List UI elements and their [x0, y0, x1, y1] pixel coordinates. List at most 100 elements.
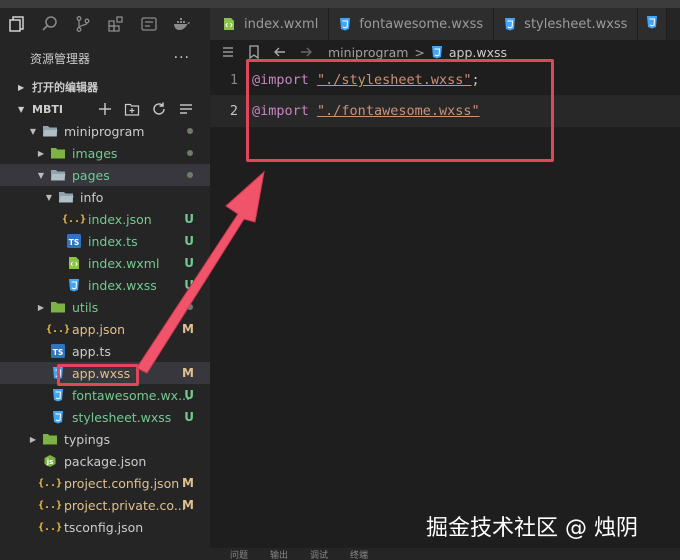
folder-open-icon [58, 189, 74, 205]
tree-item-label: fontawesome.wx... [72, 387, 190, 403]
chevron-down-icon: ▼ [45, 192, 53, 202]
css-icon [339, 17, 351, 31]
tree-file[interactable]: {..} app.json M [0, 318, 210, 340]
git-change-dot [187, 172, 193, 178]
extensions-icon[interactable] [100, 8, 132, 40]
tree-file[interactable]: fontawesome.wx... U [0, 384, 210, 406]
folder-open-icon [42, 123, 58, 139]
explorer-sidebar: ▶ 打开的编辑器 ▼ MBTI ▼ miniprogram ▶ images ▼ page… [0, 76, 210, 560]
panel-tab[interactable]: 终端 [350, 548, 368, 560]
json-file-icon: {..} [37, 499, 63, 511]
tree-item-label: stylesheet.wxss [72, 409, 172, 425]
tree-item-label: package.json [64, 453, 147, 469]
package-icon: js [42, 453, 58, 469]
file-tree: ▼ miniprogram ▶ images ▼ pages ▼ info {..} index.… [0, 120, 210, 538]
watermark-text: 掘金技术社区 @ 烛阴 [426, 516, 638, 541]
tree-folder[interactable]: ▶ typings [0, 428, 210, 450]
search-icon[interactable] [34, 8, 66, 40]
tree-item-label: index.ts [88, 233, 138, 249]
collapse-all-icon[interactable] [178, 101, 194, 120]
tree-file[interactable]: {..} project.config.json M [0, 472, 210, 494]
tree-file[interactable]: js package.json [0, 450, 210, 472]
tree-folder[interactable]: ▼ pages [0, 164, 210, 186]
tree-file[interactable]: stylesheet.wxss U [0, 406, 210, 428]
git-status-badge: M [182, 366, 194, 380]
source-control-icon[interactable] [67, 8, 99, 40]
explorer-more-button[interactable]: ··· [174, 50, 190, 66]
tree-item-label: info [80, 189, 104, 205]
line-number: 1 [229, 72, 238, 88]
editor-tab-partial[interactable] [638, 8, 668, 40]
project-section[interactable]: ▼ MBTI [0, 98, 210, 120]
folder-open-icon [50, 167, 66, 183]
tree-item-label: typings [64, 431, 111, 447]
tree-folder[interactable]: ▼ info [0, 186, 210, 208]
svg-text:TS: TS [69, 238, 80, 247]
forward-arrow-icon[interactable] [298, 44, 314, 60]
activity-bar [0, 8, 210, 40]
docker-icon[interactable] [166, 8, 198, 40]
folder-icon [50, 145, 66, 161]
chevron-right-icon: ▶ [37, 302, 45, 312]
git-status-badge: U [184, 234, 194, 248]
tree-file[interactable]: TS index.ts U [0, 230, 210, 252]
chevron-down-icon: ▼ [18, 104, 25, 114]
breadcrumb-file[interactable]: app.wxss [449, 45, 507, 60]
open-editors-label: 打开的编辑器 [32, 81, 98, 94]
tab-label: fontawesome.wxss [359, 16, 484, 32]
editor-tab[interactable]: index.wxml [210, 8, 330, 40]
new-folder-icon[interactable] [124, 101, 140, 120]
panel-tab[interactable]: 调试 [310, 548, 328, 560]
tree-item-label: index.json [88, 211, 152, 227]
git-change-dot [187, 128, 193, 134]
tree-folder[interactable]: ▶ images [0, 142, 210, 164]
window-top-strip [0, 0, 680, 8]
explorer-icon[interactable] [1, 8, 33, 40]
tree-item-label: index.wxml [88, 255, 160, 271]
tree-folder[interactable]: ▶ utils [0, 296, 210, 318]
project-label: MBTI [32, 102, 63, 116]
git-status-badge: M [182, 322, 194, 336]
explorer-header: 资源管理器 ··· [0, 40, 210, 76]
tree-file[interactable]: index.wxml U [0, 252, 210, 274]
git-status-badge: M [182, 476, 194, 490]
new-file-icon[interactable] [97, 101, 113, 120]
git-status-badge: M [182, 498, 194, 512]
line-number: 2 [229, 103, 238, 119]
explorer-title: 资源管理器 [30, 51, 91, 66]
git-status-badge: U [184, 256, 194, 270]
open-editors-section[interactable]: ▶ 打开的编辑器 [0, 76, 210, 98]
chevron-right-icon: ▶ [29, 434, 37, 444]
editor-tab-bar: index.wxml fontawesome.wxss stylesheet.wxs… [210, 8, 680, 40]
list-icon[interactable] [220, 44, 236, 60]
json-file-icon: {..} [45, 323, 71, 335]
svg-text:js: js [46, 458, 54, 466]
chevron-right-icon: ▶ [18, 82, 25, 92]
json-file-icon: {..} [61, 213, 87, 225]
git-status-badge: U [184, 410, 194, 424]
bookmark-icon[interactable] [246, 44, 262, 60]
tree-item-label: miniprogram [64, 123, 145, 139]
git-change-dot [187, 150, 193, 156]
tree-file[interactable]: {..} tsconfig.json [0, 516, 210, 538]
panel-tab[interactable]: 输出 [270, 548, 288, 560]
tree-file[interactable]: index.wxss U [0, 274, 210, 296]
editor-tab[interactable]: fontawesome.wxss [329, 8, 495, 40]
back-arrow-icon[interactable] [272, 44, 288, 60]
refresh-icon[interactable] [151, 101, 167, 120]
folder-icon [42, 431, 58, 447]
breadcrumb-folder[interactable]: miniprogram [328, 45, 408, 60]
remote-icon[interactable] [133, 8, 165, 40]
git-status-badge: U [184, 388, 194, 402]
editor-tab[interactable]: stylesheet.wxss [494, 8, 639, 40]
tree-file[interactable]: TS app.ts [0, 340, 210, 362]
panel-tab[interactable]: 问题 [230, 548, 248, 560]
tree-item-label: tsconfig.json [64, 519, 144, 535]
tree-file[interactable]: {..} project.private.co... M [0, 494, 210, 516]
tree-file[interactable]: {..} index.json U [0, 208, 210, 230]
tree-item-label: project.config.json [64, 475, 180, 491]
tree-folder[interactable]: ▼ miniprogram [0, 120, 210, 142]
git-status-badge: U [184, 278, 194, 292]
tree-item-label: project.private.co... [64, 497, 186, 513]
tree-item-label: images [72, 145, 118, 161]
